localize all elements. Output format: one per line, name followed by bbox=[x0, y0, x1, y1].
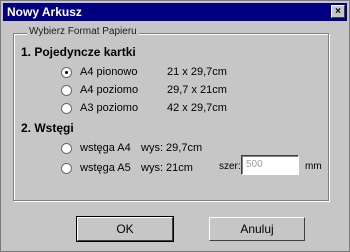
radio-button-checked[interactable] bbox=[61, 66, 72, 78]
new-sheet-dialog: Nowy Arkusz × Wybierz Format Papieru 1. … bbox=[0, 0, 350, 252]
option-label: A4 poziomo bbox=[80, 84, 139, 96]
option-label: wstęga A4 bbox=[80, 142, 131, 154]
section-ribbons-heading: 2. Wstęgi bbox=[21, 121, 74, 135]
option-label: wstęga A5 bbox=[80, 162, 131, 174]
width-label: szer: bbox=[219, 161, 241, 172]
radio-button[interactable] bbox=[61, 84, 72, 96]
option-label: A3 poziomo bbox=[80, 102, 139, 114]
radio-a3-landscape[interactable]: A3 poziomo bbox=[61, 101, 138, 115]
option-label: A4 pionowo bbox=[80, 66, 138, 78]
width-unit: mm bbox=[305, 161, 322, 172]
radio-ribbon-a4[interactable]: wstęga A4 bbox=[61, 141, 131, 155]
close-button[interactable]: × bbox=[331, 5, 345, 18]
radio-a4-portrait[interactable]: A4 pionowo bbox=[61, 65, 138, 79]
cancel-button[interactable]: Anuluj bbox=[209, 217, 305, 241]
width-input[interactable]: 500 bbox=[241, 155, 299, 175]
radio-a4-landscape[interactable]: A4 poziomo bbox=[61, 83, 138, 97]
radio-button[interactable] bbox=[61, 142, 72, 154]
close-icon: × bbox=[335, 6, 341, 17]
radio-ribbon-a5[interactable]: wstęga A5 bbox=[61, 161, 131, 175]
section-single-sheets-heading: 1. Pojedyncze kartki bbox=[21, 45, 136, 59]
option-size: 42 x 29,7cm bbox=[167, 102, 227, 114]
radio-button[interactable] bbox=[61, 102, 72, 114]
radio-button[interactable] bbox=[61, 162, 72, 174]
ok-button[interactable]: OK bbox=[76, 216, 174, 242]
option-height: wys: 21cm bbox=[141, 162, 193, 174]
dialog-title: Nowy Arkusz bbox=[7, 5, 82, 19]
title-bar[interactable]: Nowy Arkusz × bbox=[3, 3, 347, 21]
group-legend: Wybierz Format Papieru bbox=[27, 26, 139, 38]
option-size: 29,7 x 21cm bbox=[167, 84, 227, 96]
option-size: 21 x 29,7cm bbox=[167, 66, 227, 78]
option-height: wys: 29,7cm bbox=[141, 142, 203, 154]
